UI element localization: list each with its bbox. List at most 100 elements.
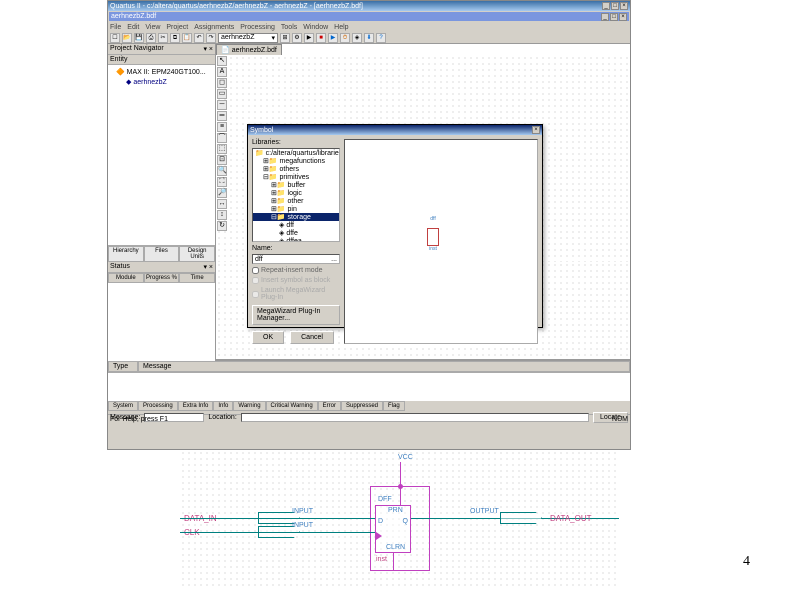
status-num: NUM [612,416,628,423]
rotate-icon[interactable]: ↻ [217,221,227,231]
block-icon[interactable]: ▭ [217,89,227,99]
help-icon[interactable]: ? [376,33,386,43]
close-button[interactable]: × [620,2,628,10]
tab-system[interactable]: System [108,401,138,411]
megawizard-button[interactable]: MegaWizard Plug-In Manager... [252,305,340,325]
timing-icon[interactable]: ⏱ [340,33,350,43]
menu-file[interactable]: File [110,24,121,31]
menu-help[interactable]: Help [334,24,348,31]
menu-processing[interactable]: Processing [240,24,275,31]
rubber-icon[interactable]: ⬚ [217,144,227,154]
name-input[interactable]: dff... [252,254,340,264]
flip-h-icon[interactable]: ↔ [217,199,227,209]
menu-tools[interactable]: Tools [281,24,297,31]
arc-icon[interactable]: ⌒ [217,133,227,143]
nav-device[interactable]: 🔶 MAX II: EPM240GT100... [110,67,213,77]
programmer-icon[interactable]: ⬇ [364,33,374,43]
stop-icon[interactable]: ■ [316,33,326,43]
tree-dffe[interactable]: ◈ dffe [253,229,339,237]
assign-icon[interactable]: ⊞ [280,33,290,43]
bus-icon[interactable]: ═ [217,111,227,121]
nav-tree[interactable]: 🔶 MAX II: EPM240GT100... ◆ aerhnezbZ [108,65,215,245]
line-icon[interactable]: ─ [217,100,227,110]
cancel-button[interactable]: Cancel [290,331,334,344]
tree-other[interactable]: ⊞📁 other [253,197,339,205]
vertical-toolbar: ↖ A ◻ ▭ ─ ═ ≡ ⌒ ⬚ ⊡ 🔍 ⛶ 🔎 ↔ ↕ ↻ [216,55,228,232]
window-controls: _ □ × [602,2,628,10]
col-type[interactable]: Type [108,361,138,372]
flip-v-icon[interactable]: ↕ [217,210,227,220]
doc-minimize-button[interactable]: _ [601,13,609,21]
nav-entity[interactable]: ◆ aerhnezbZ [110,77,213,87]
tab-processing[interactable]: Processing [138,401,178,411]
cut-icon[interactable]: ✂ [158,33,168,43]
tab-info[interactable]: Info [213,401,233,411]
compile-icon[interactable]: ▶ [304,33,314,43]
symbol-icon[interactable]: ◻ [217,78,227,88]
clrn-wire [393,553,394,571]
settings-icon[interactable]: ⚙ [292,33,302,43]
repeat-checkbox[interactable]: Repeat-insert mode [252,267,340,274]
name-browse-icon[interactable]: ... [331,256,337,263]
menu-view[interactable]: View [145,24,160,31]
minimize-button[interactable]: _ [602,2,610,10]
print-icon[interactable]: ⎙ [146,33,156,43]
zoom-icon[interactable]: 🔍 [217,166,227,176]
location-field[interactable] [241,413,589,422]
fullscreen-icon[interactable]: ⛶ [217,177,227,187]
conduit-icon[interactable]: ≡ [217,122,227,132]
tree-dff[interactable]: ◈ dff [253,221,339,229]
clk-wire [180,532,375,533]
tree-storage[interactable]: ⊟📁 storage [253,213,339,221]
open-icon[interactable]: 📂 [122,33,132,43]
new-icon[interactable]: ☐ [110,33,120,43]
tab-extrainfo[interactable]: Extra Info [178,401,214,411]
tree-logic[interactable]: ⊞📁 logic [253,189,339,197]
status-pin-icon[interactable]: ▾ × [203,263,213,271]
libraries-tree[interactable]: 📁 c:/altera/quartus/libraries/ ⊞📁 megafu… [252,148,340,242]
menu-edit[interactable]: Edit [127,24,139,31]
col-message[interactable]: Message [138,361,630,372]
tree-root[interactable]: 📁 c:/altera/quartus/libraries/ [253,149,339,157]
copy-icon[interactable]: ⧉ [170,33,180,43]
menu-window[interactable]: Window [303,24,328,31]
tab-hierarchy[interactable]: Hierarchy [108,246,144,262]
doc-close-button[interactable]: × [619,13,627,21]
save-icon[interactable]: 💾 [134,33,144,43]
tree-buffer[interactable]: ⊞📁 buffer [253,181,339,189]
maximize-button[interactable]: □ [611,2,619,10]
menu-assignments[interactable]: Assignments [194,24,234,31]
clrn-label: CLRN [386,544,405,551]
tab-files[interactable]: Files [144,246,180,262]
tree-primitives[interactable]: ⊟📁 primitives [253,173,339,181]
chip-icon[interactable]: ◈ [352,33,362,43]
menu-project[interactable]: Project [166,24,188,31]
prn-label: PRN [388,507,403,514]
tab-error[interactable]: Error [318,401,341,411]
tree-pin[interactable]: ⊞📁 pin [253,205,339,213]
partial-icon[interactable]: ⊡ [217,155,227,165]
sim-icon[interactable]: ▶ [328,33,338,43]
ok-button[interactable]: OK [252,331,284,344]
tree-megafunctions[interactable]: ⊞📁 megafunctions [253,157,339,165]
tree-others[interactable]: ⊞📁 others [253,165,339,173]
tab-warning[interactable]: Warning [233,401,265,411]
redo-icon[interactable]: ↷ [206,33,216,43]
doc-maximize-button[interactable]: □ [610,13,618,21]
tab-flag[interactable]: Flag [383,401,405,411]
paste-icon[interactable]: 📋 [182,33,192,43]
tab-suppressed[interactable]: Suppressed [341,401,383,411]
symbol-dialog: Symbol × Libraries: 📁 c:/altera/quartus/… [247,124,543,328]
data-out-port [500,512,542,524]
tab-design-units[interactable]: Design Units [179,246,215,262]
tab-critical[interactable]: Critical Warning [266,401,318,411]
project-combo[interactable]: aerhnezbZ▾ [218,33,278,43]
dialog-close-button[interactable]: × [532,126,540,134]
pointer-icon[interactable]: ↖ [217,56,227,66]
tree-dffea[interactable]: ◈ dffea [253,237,339,242]
messages-body[interactable] [108,373,630,401]
undo-icon[interactable]: ↶ [194,33,204,43]
text-icon[interactable]: A [217,67,227,77]
nav-pin-icon[interactable]: ▾ × [203,45,213,53]
find-icon[interactable]: 🔎 [217,188,227,198]
